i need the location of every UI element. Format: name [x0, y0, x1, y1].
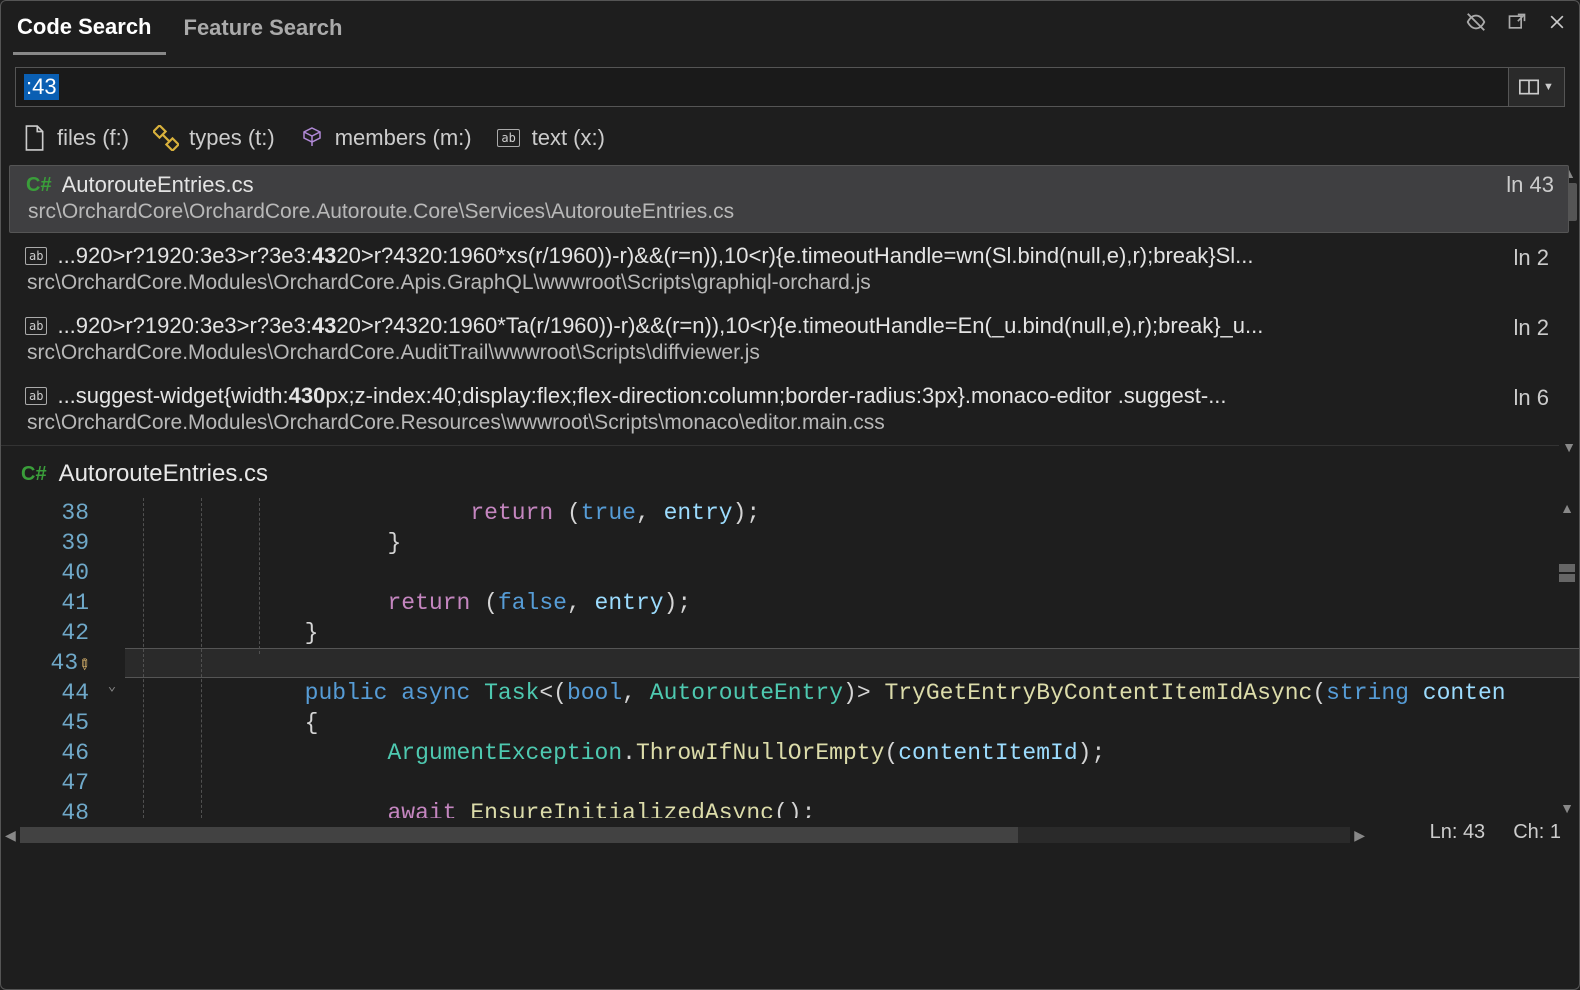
text-match-icon: ab	[25, 387, 47, 405]
result-path: src\OrchardCore\OrchardCore.Autoroute.Co…	[28, 200, 1558, 224]
status-bar: Ln: 43 Ch: 1	[1430, 821, 1561, 844]
result-path: src\OrchardCore.Modules\OrchardCore.Audi…	[27, 341, 1559, 365]
text-match-icon: ab	[25, 247, 47, 265]
result-line-number: ln 2	[1514, 315, 1549, 341]
result-path: src\OrchardCore.Modules\OrchardCore.Reso…	[27, 411, 1559, 435]
editor-horizontal-scrollbar[interactable]: ◀ ▶	[1, 824, 1369, 846]
filter-bar: files (f:) types (t:) members (m:) ab te…	[1, 117, 1579, 163]
result-title: ...920>r?1920:3e3>r?3e3:4320>r?4320:1960…	[57, 313, 1263, 339]
csharp-icon: C#	[21, 463, 47, 486]
result-line-number: ln 2	[1514, 245, 1549, 271]
line-gutter: 383940414243✎4445464748	[1, 498, 99, 818]
search-row: :43 ▼	[1, 53, 1579, 117]
result-item[interactable]: C# AutorouteEntries.cs ln 43src\OrchardCor…	[9, 165, 1569, 233]
result-title: ...920>r?1920:3e3>r?3e3:4320>r?4320:1960…	[57, 243, 1253, 269]
types-icon	[153, 125, 179, 151]
tab-bar: Code Search Feature Search	[1, 1, 1579, 53]
result-line-number: ln 6	[1514, 385, 1549, 411]
fold-column[interactable]: ⌄	[99, 498, 125, 818]
code-preview: 383940414243✎4445464748 ⌄ return (true, …	[1, 498, 1579, 846]
filter-members[interactable]: members (m:)	[299, 125, 472, 151]
close-icon[interactable]	[1547, 12, 1567, 38]
tab-feature-search[interactable]: Feature Search	[180, 7, 357, 53]
result-title: ...suggest-widget{width:430px;z-index:40…	[57, 383, 1226, 409]
editor-vertical-scrollbar[interactable]: ▲ ▼	[1555, 498, 1579, 818]
tab-code-search[interactable]: Code Search	[13, 6, 166, 55]
members-icon	[299, 125, 325, 151]
preview-filename: AutorouteEntries.cs	[59, 460, 268, 488]
filter-types[interactable]: types (t:)	[153, 125, 275, 151]
open-external-icon[interactable]	[1507, 12, 1527, 38]
result-item[interactable]: ab ...920>r?1920:3e3>r?3e3:4320>r?4320:19…	[1, 305, 1579, 375]
csharp-icon: C#	[26, 174, 52, 197]
status-col: Ch: 1	[1513, 821, 1561, 844]
filter-text[interactable]: ab text (x:)	[496, 125, 605, 151]
text-icon: ab	[496, 125, 522, 151]
text-match-icon: ab	[25, 317, 47, 335]
result-item[interactable]: ab ...920>r?1920:3e3>r?3e3:4320>r?4320:19…	[1, 235, 1579, 305]
status-line: Ln: 43	[1430, 821, 1486, 844]
code-area[interactable]: return (true, entry); } return (false, e…	[125, 498, 1579, 818]
result-line-number: ln 43	[1506, 172, 1554, 198]
file-icon	[21, 125, 47, 151]
result-item[interactable]: ab ...suggest-widget{width:430px;z-index:…	[1, 375, 1579, 445]
result-path: src\OrchardCore.Modules\OrchardCore.Apis…	[27, 271, 1559, 295]
preview-header: C# AutorouteEntries.cs	[1, 445, 1579, 498]
result-title: AutorouteEntries.cs	[62, 172, 254, 198]
filter-files[interactable]: files (f:)	[21, 125, 129, 151]
results-list: ▲ ▼ C#AutorouteEntries.csln 43src\Orchar…	[1, 165, 1579, 445]
search-input[interactable]: :43	[15, 67, 1509, 107]
view-options-button[interactable]: ▼	[1509, 67, 1565, 107]
preview-toggle-icon[interactable]	[1465, 11, 1487, 39]
